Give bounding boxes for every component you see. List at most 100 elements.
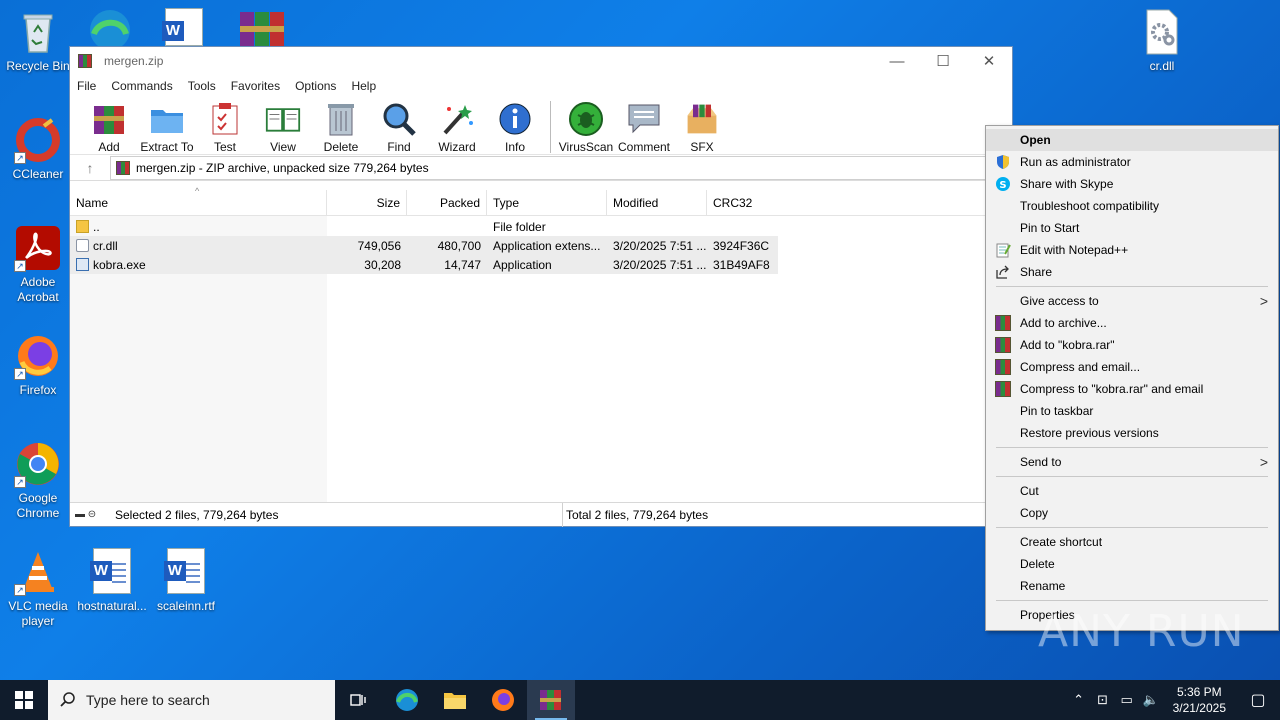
monitor-icon[interactable]: ▭ [1115,692,1139,708]
menu-open[interactable]: Open [986,129,1278,151]
maximize-button[interactable]: ☐ [920,47,966,75]
menu-delete[interactable]: Delete [986,553,1278,575]
edge-desktop-icon[interactable] [86,6,134,50]
desktop-icon-hostnatural[interactable]: W hostnatural... [74,548,150,614]
archive-path-field[interactable]: mergen.zip - ZIP archive, unpacked size … [110,155,1012,180]
magnifier-icon [381,101,417,137]
desktop-icon-recycle-bin[interactable]: Recycle Bin [0,8,76,74]
column-size[interactable]: Size [327,189,407,216]
taskbar-file-explorer[interactable] [431,680,479,720]
status-selected: Selected 2 files, 779,264 bytes [70,502,563,527]
clock-time: 5:36 PM [1176,685,1222,699]
start-button[interactable] [0,680,48,720]
clock[interactable]: 5:36 PM 3/21/2025 [1163,684,1236,716]
desktop-icon-firefox[interactable]: ↗ Firefox [0,332,76,398]
winrar-icon [995,337,1011,353]
desktop-icon-scaleinn[interactable]: W scaleinn.rtf [148,548,224,614]
minimize-button[interactable]: — [874,47,920,75]
up-arrow-icon[interactable]: ↑ [70,160,110,176]
menu-copy[interactable]: Copy [986,502,1278,524]
network-icon[interactable]: ⊡ [1091,692,1115,708]
menu-separator [996,286,1268,287]
chevron-up-icon[interactable]: ⌃ [1067,692,1091,708]
wizard-button[interactable]: Wizard [428,97,486,154]
word-desktop-icon[interactable]: W [162,8,206,46]
menu-pin-start[interactable]: Pin to Start [986,217,1278,239]
menu-send-to[interactable]: Send to > [986,451,1278,473]
context-menu: Open Run as administrator S Share with Sk… [985,125,1279,631]
column-type[interactable]: Type [487,189,607,216]
find-button[interactable]: Find [370,97,428,154]
menu-rename[interactable]: Rename [986,575,1278,597]
notification-icon[interactable]: ▢ [1236,690,1280,710]
desktop-icon-adobe-acrobat[interactable]: ↗ Adobe Acrobat [0,224,76,305]
menu-share-skype[interactable]: S Share with Skype [986,173,1278,195]
menu-cut[interactable]: Cut [986,480,1278,502]
menu-favorites[interactable]: Favorites [231,79,280,93]
search-placeholder: Type here to search [86,692,210,708]
desktop-icon-label: Firefox [19,383,57,397]
menu-pin-taskbar[interactable]: Pin to taskbar [986,400,1278,422]
menu-compress-kobra-email[interactable]: Compress to "kobra.rar" and email [986,378,1278,400]
adobe-acrobat-icon: ↗ [14,224,62,272]
window-title: mergen.zip [104,54,164,68]
extract-to-button[interactable]: Extract To [138,97,196,154]
taskbar-edge[interactable] [383,680,431,720]
view-button[interactable]: View [254,97,312,154]
title-bar[interactable]: mergen.zip — ☐ ✕ [70,47,1012,75]
search-icon [60,692,75,707]
menu-troubleshoot[interactable]: Troubleshoot compatibility [986,195,1278,217]
comment-button[interactable]: Comment [615,97,673,154]
clipboard-check-icon [207,101,243,137]
info-button[interactable]: Info [486,97,544,154]
virus-bug-icon [568,101,604,137]
desktop-icon-google-chrome[interactable]: ↗ Google Chrome [0,440,76,521]
menu-share[interactable]: Share [986,261,1278,283]
vlc-cone-icon: ↗ [14,548,62,596]
task-view-icon [350,694,366,706]
menu-restore-versions[interactable]: Restore previous versions [986,422,1278,444]
table-row[interactable]: cr.dll 749,056 480,700 Application exten… [70,236,778,255]
close-button[interactable]: ✕ [966,47,1012,75]
test-button[interactable]: Test [196,97,254,154]
table-row[interactable]: kobra.exe 30,208 14,747 Application 3/20… [70,255,778,274]
virusscan-button[interactable]: VirusScan [557,97,615,154]
task-view-button[interactable] [335,680,383,720]
menu-tools[interactable]: Tools [188,79,216,93]
taskbar-firefox[interactable] [479,680,527,720]
table-row[interactable]: .. File folder [70,217,1012,236]
desktop-icon-cr-dll[interactable]: cr.dll [1124,8,1200,74]
winrar-desktop-icon[interactable] [238,8,286,46]
menu-add-to-archive[interactable]: Add to archive... [986,312,1278,334]
volume-icon[interactable]: 🔈 [1139,692,1163,708]
desktop-icon-label: scaleinn.rtf [156,599,216,613]
menu-give-access[interactable]: Give access to > [986,290,1278,312]
add-button[interactable]: Add [80,97,138,154]
taskbar: Type here to search ⌃ ⊡ ▭ 🔈 5:36 PM 3/21… [0,680,1280,720]
menu-file[interactable]: File [77,79,96,93]
column-crc32[interactable]: CRC32 [707,190,777,216]
menu-commands[interactable]: Commands [111,79,172,93]
desktop-icon-label: hostnatural... [77,599,147,613]
menu-compress-email[interactable]: Compress and email... [986,356,1278,378]
winrar-icon [995,359,1011,375]
menu-run-as-admin[interactable]: Run as administrator [986,151,1278,173]
menu-add-to-kobra-rar[interactable]: Add to "kobra.rar" [986,334,1278,356]
taskbar-search-box[interactable]: Type here to search [48,680,335,720]
column-packed[interactable]: Packed [407,189,487,216]
menu-separator [996,600,1268,601]
menu-help[interactable]: Help [351,79,376,93]
word-document-icon: W [162,548,210,596]
address-bar: ↑ mergen.zip - ZIP archive, unpacked siz… [70,155,1012,181]
sfx-button[interactable]: SFX [673,97,731,154]
exe-file-icon [76,257,89,271]
menu-options[interactable]: Options [295,79,336,93]
taskbar-winrar[interactable] [527,680,575,720]
menu-create-shortcut[interactable]: Create shortcut [986,531,1278,553]
menu-edit-notepadpp[interactable]: Edit with Notepad++ [986,239,1278,261]
desktop-icon-vlc[interactable]: ↗ VLC media player [0,548,76,629]
info-icon [497,101,533,137]
desktop-icon-ccleaner[interactable]: ↗ CCleaner [0,116,76,182]
column-modified[interactable]: Modified [607,189,707,216]
delete-button[interactable]: Delete [312,97,370,154]
